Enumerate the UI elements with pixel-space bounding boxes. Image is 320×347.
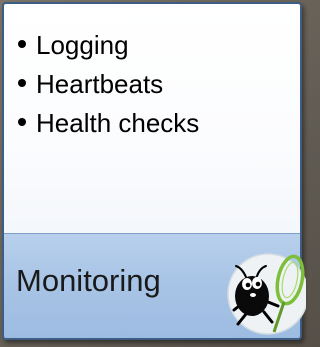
card-body: Logging Heartbeats Health checks: [4, 4, 300, 233]
list-item: Heartbeats: [18, 65, 199, 104]
card-title: Monitoring: [16, 263, 161, 298]
list-item-label: Heartbeats: [36, 69, 164, 99]
bullet-list: Logging Heartbeats Health checks: [18, 26, 199, 143]
list-item-label: Health checks: [36, 108, 200, 138]
list-item: Health checks: [18, 104, 199, 143]
list-item-label: Logging: [36, 30, 129, 60]
bullet-icon: [18, 79, 26, 88]
bullet-icon: [18, 40, 26, 49]
bug-with-net-icon: [227, 253, 306, 335]
list-item: Logging: [18, 26, 199, 65]
bullet-icon: [18, 118, 26, 127]
